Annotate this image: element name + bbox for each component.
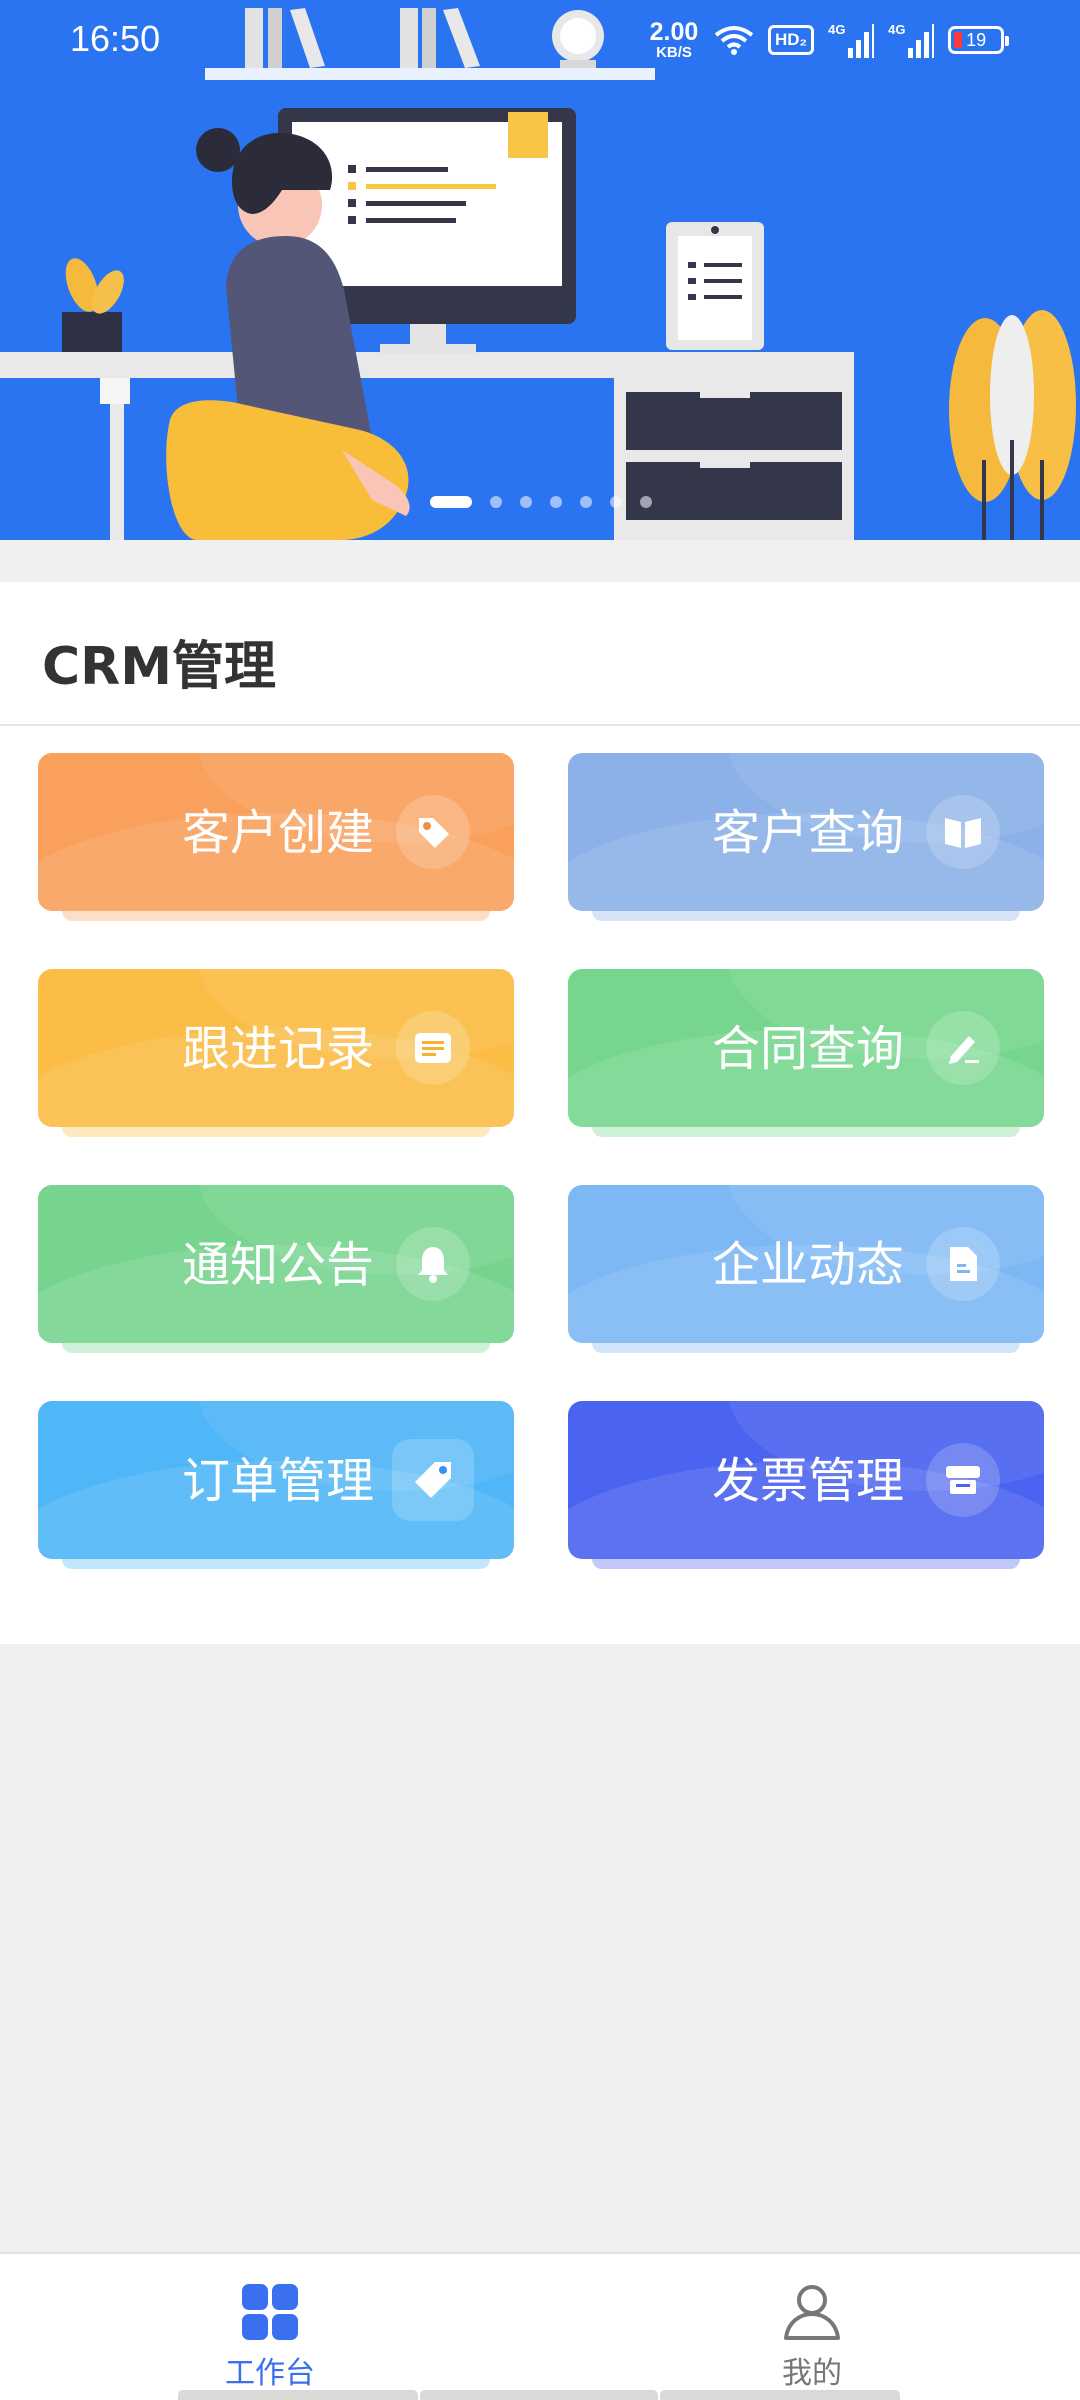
- person-icon: [780, 2280, 844, 2344]
- card-label: 客户创建: [181, 805, 374, 861]
- follow-up-record-button[interactable]: 跟进记录: [38, 969, 514, 1137]
- crm-section: CRM管理 客户创建 客户查询 跟进记录 合同查询 通知公告 企业动态 订单管理…: [0, 582, 1080, 1644]
- section-divider: [0, 724, 1080, 726]
- network-speed: 2.00 KB/S: [646, 18, 702, 61]
- card-label: 通知公告: [181, 1237, 374, 1293]
- signal-2-label: 4G: [888, 22, 906, 37]
- nav-label-workbench: 工作台: [225, 2356, 315, 2391]
- card-label: 客户查询: [711, 805, 904, 861]
- notice-announcement-button[interactable]: 通知公告: [38, 1185, 514, 1353]
- company-news-button[interactable]: 企业动态: [568, 1185, 1044, 1353]
- carousel-dot[interactable]: [490, 496, 502, 508]
- card-label: 订单管理: [181, 1453, 374, 1509]
- tag-icon: [396, 795, 470, 869]
- carousel-dot[interactable]: [640, 496, 652, 508]
- gesture-bar: [660, 2390, 900, 2400]
- status-bar: 16:50 2.00 KB/S HD₂ 4G 4G 19: [0, 0, 1080, 80]
- hd-voice-badge: HD₂: [768, 25, 815, 55]
- carousel-dot[interactable]: [550, 496, 562, 508]
- customer-create-button[interactable]: 客户创建: [38, 753, 514, 921]
- carousel-dot[interactable]: [430, 496, 472, 508]
- customer-query-button[interactable]: 客户查询: [568, 753, 1044, 921]
- book-icon: [926, 795, 1000, 869]
- document-icon: [926, 1227, 1000, 1301]
- network-speed-value: 2.00: [649, 18, 699, 46]
- carousel-dot[interactable]: [580, 496, 592, 508]
- nav-label-mine: 我的: [782, 2356, 842, 2391]
- order-management-button[interactable]: 订单管理: [38, 1401, 514, 1569]
- wifi-icon: [714, 26, 754, 55]
- carousel-dot[interactable]: [610, 496, 622, 508]
- signal-strength-2: 4G: [888, 22, 935, 58]
- gesture-bar: [178, 2390, 418, 2400]
- banner-pagination: [430, 496, 652, 508]
- nav-item-mine[interactable]: 我的: [712, 2280, 912, 2392]
- contract-query-button[interactable]: 合同查询: [568, 969, 1044, 1137]
- card-label: 跟进记录: [181, 1021, 374, 1077]
- bell-icon: [396, 1227, 470, 1301]
- invoice-icon: [926, 1443, 1000, 1517]
- card-label: 发票管理: [711, 1453, 904, 1509]
- note-icon: [396, 1011, 470, 1085]
- carousel-dot[interactable]: [520, 496, 532, 508]
- card-label: 企业动态: [711, 1237, 904, 1293]
- signal-strength-1: 4G: [828, 22, 875, 58]
- pen-icon: [926, 1011, 1000, 1085]
- grid-icon: [238, 2280, 302, 2344]
- signal-1-label: 4G: [828, 22, 846, 37]
- battery-icon: 19: [948, 26, 1010, 54]
- section-title: CRM管理: [42, 637, 276, 697]
- bottom-navigation: 工作台 我的: [0, 2252, 1080, 2400]
- nav-item-workbench[interactable]: 工作台: [170, 2280, 370, 2392]
- label-icon: [392, 1439, 474, 1521]
- status-time: 16:50: [70, 18, 161, 59]
- invoice-management-button[interactable]: 发票管理: [568, 1401, 1044, 1569]
- battery-level: 19: [966, 29, 987, 50]
- card-label: 合同查询: [711, 1021, 904, 1077]
- gesture-bar: [420, 2390, 658, 2400]
- banner-carousel[interactable]: [0, 0, 1080, 540]
- network-speed-unit: KB/S: [656, 44, 692, 61]
- status-icons: HD₂ 4G 4G 19: [714, 18, 1010, 62]
- banner-illustration: [0, 8, 1076, 540]
